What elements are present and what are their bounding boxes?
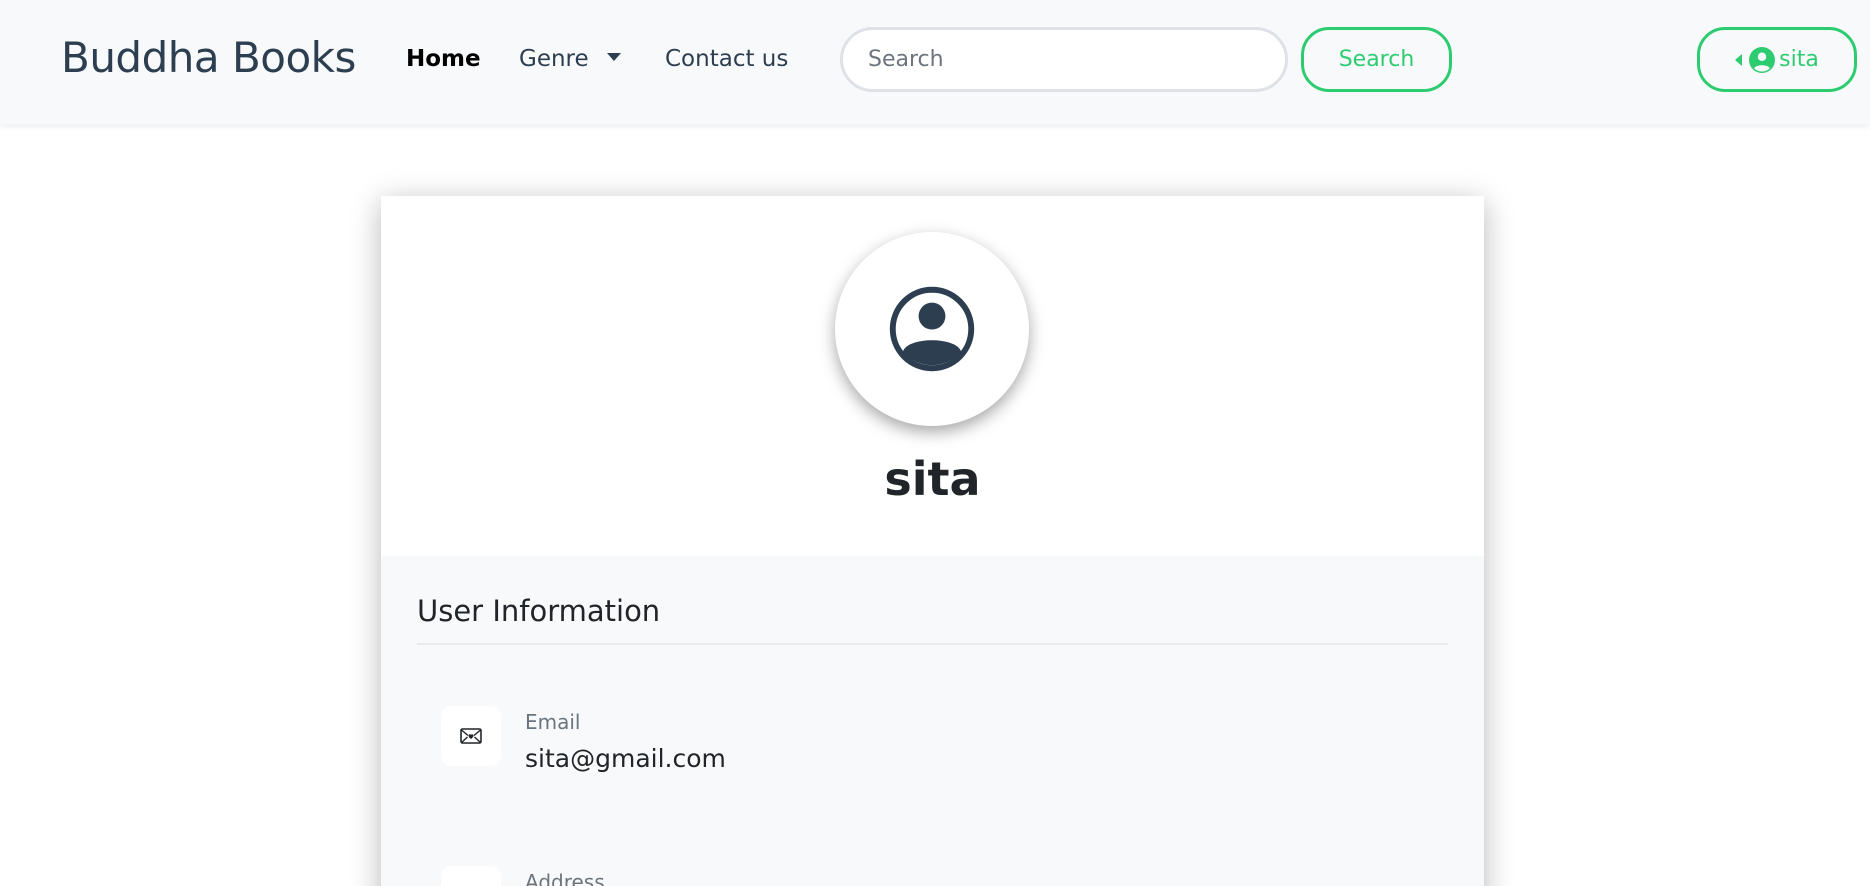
navbar: Buddha Books Home Genre Contact us Searc… xyxy=(0,0,1870,124)
address-icon xyxy=(441,866,501,886)
user-information-section: User Information Email sita@gmail.com Ad… xyxy=(381,556,1484,886)
user-circle-icon xyxy=(1749,46,1776,73)
divider xyxy=(417,643,1448,645)
nav-genre-dropdown[interactable]: Genre xyxy=(519,46,621,72)
address-label: Address xyxy=(525,870,605,886)
brand-logo[interactable]: Buddha Books xyxy=(61,33,356,82)
section-title: User Information xyxy=(417,594,661,628)
profile-username: sita xyxy=(884,452,981,506)
user-menu-label: sita xyxy=(1779,47,1819,72)
chevron-down-icon xyxy=(606,53,621,61)
caret-left-icon xyxy=(1735,53,1743,66)
user-avatar-icon xyxy=(889,286,975,372)
nav-contact-link[interactable]: Contact us xyxy=(665,46,788,72)
email-label: Email xyxy=(525,710,581,734)
nav-genre-label: Genre xyxy=(519,46,589,72)
avatar xyxy=(835,232,1029,426)
search-input[interactable] xyxy=(840,27,1288,92)
profile-card: sita User Information Email sita@gmail.c… xyxy=(381,196,1484,886)
nav-home-link[interactable]: Home xyxy=(406,46,481,72)
user-menu-button[interactable]: sita xyxy=(1697,27,1857,92)
search-button[interactable]: Search xyxy=(1301,27,1452,92)
email-value: sita@gmail.com xyxy=(525,744,726,773)
envelope-heart-icon xyxy=(441,706,501,766)
profile-header: sita xyxy=(381,196,1484,556)
